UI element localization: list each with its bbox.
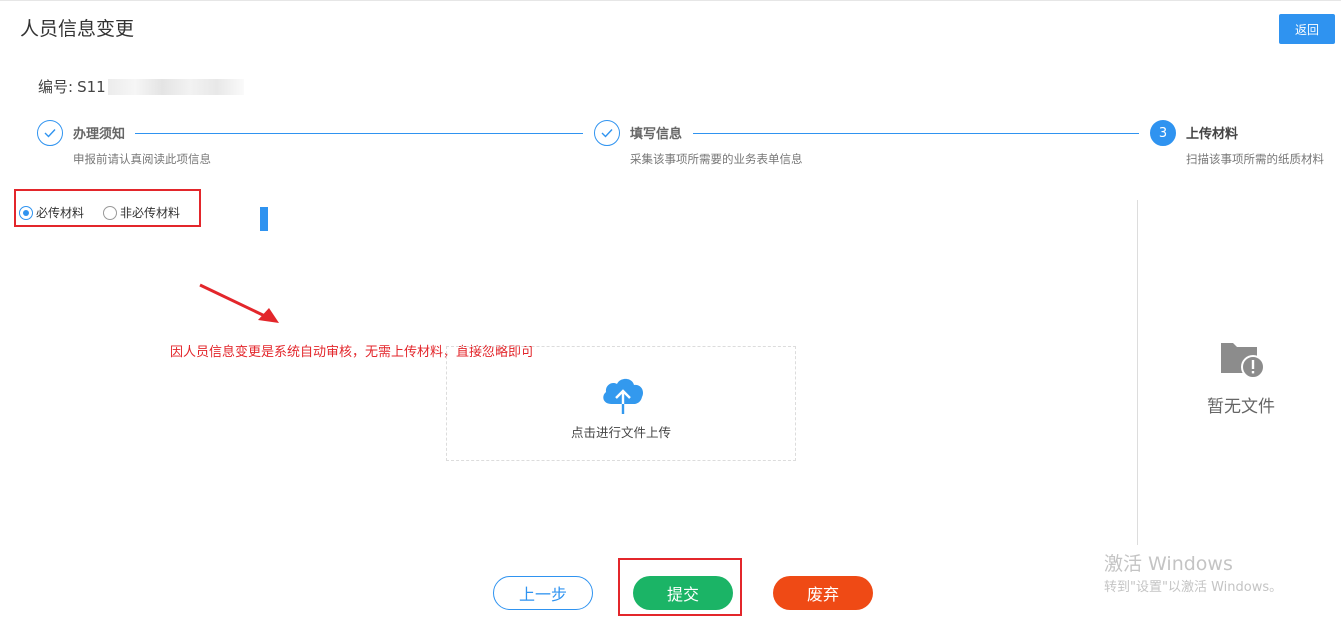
step-fill-info: 填写信息 采集该事项所需要的业务表单信息 bbox=[594, 120, 803, 167]
radio-optional[interactable]: 非必传材料 bbox=[103, 204, 180, 221]
radio-required[interactable]: 必传材料 bbox=[19, 204, 84, 221]
arrow-icon bbox=[199, 283, 279, 323]
windows-watermark-title: 激活 Windows bbox=[1104, 553, 1233, 575]
step-upload: 3 上传材料 扫描该事项所需的纸质材料 bbox=[1150, 120, 1324, 167]
back-button[interactable]: 返回 bbox=[1279, 14, 1335, 44]
upload-dropzone[interactable]: 点击进行文件上传 bbox=[446, 346, 796, 461]
radio-label: 必传材料 bbox=[36, 206, 85, 220]
section-marker bbox=[260, 207, 268, 231]
panel-divider bbox=[1137, 200, 1138, 545]
step-number: 3 bbox=[1150, 120, 1176, 146]
cloud-upload-icon bbox=[603, 378, 644, 414]
serial-value: S11 bbox=[77, 77, 106, 96]
windows-watermark-subtitle: 转到"设置"以激活 Windows。 bbox=[1104, 580, 1283, 595]
step-connector bbox=[693, 133, 1139, 134]
submit-button[interactable]: 提交 bbox=[633, 576, 733, 610]
step-title: 上传材料 bbox=[1186, 127, 1239, 142]
step-desc: 扫描该事项所需的纸质材料 bbox=[1186, 152, 1324, 166]
serial-redacted bbox=[107, 78, 244, 95]
step-desc: 采集该事项所需要的业务表单信息 bbox=[630, 152, 803, 166]
radio-button[interactable] bbox=[19, 205, 33, 220]
step-connector bbox=[135, 133, 583, 134]
serial-number: 编号: S11 bbox=[38, 76, 244, 97]
page-title: 人员信息变更 bbox=[20, 18, 135, 40]
prev-step-button[interactable]: 上一步 bbox=[493, 576, 593, 610]
check-icon bbox=[594, 120, 620, 146]
radio-label: 非必传材料 bbox=[120, 206, 181, 220]
serial-label: 编号: bbox=[38, 78, 74, 96]
empty-state-label: 暂无文件 bbox=[1207, 397, 1275, 417]
radio-button[interactable] bbox=[103, 205, 117, 220]
upload-label: 点击进行文件上传 bbox=[570, 425, 671, 440]
check-icon bbox=[37, 120, 63, 146]
abandon-button[interactable]: 废弃 bbox=[773, 576, 873, 610]
top-divider bbox=[0, 0, 1341, 1]
step-notice: 办理须知 申报前请认真阅读此项信息 bbox=[37, 120, 211, 167]
folder-warning-icon bbox=[1221, 343, 1265, 379]
step-desc: 申报前请认真阅读此项信息 bbox=[73, 152, 211, 166]
